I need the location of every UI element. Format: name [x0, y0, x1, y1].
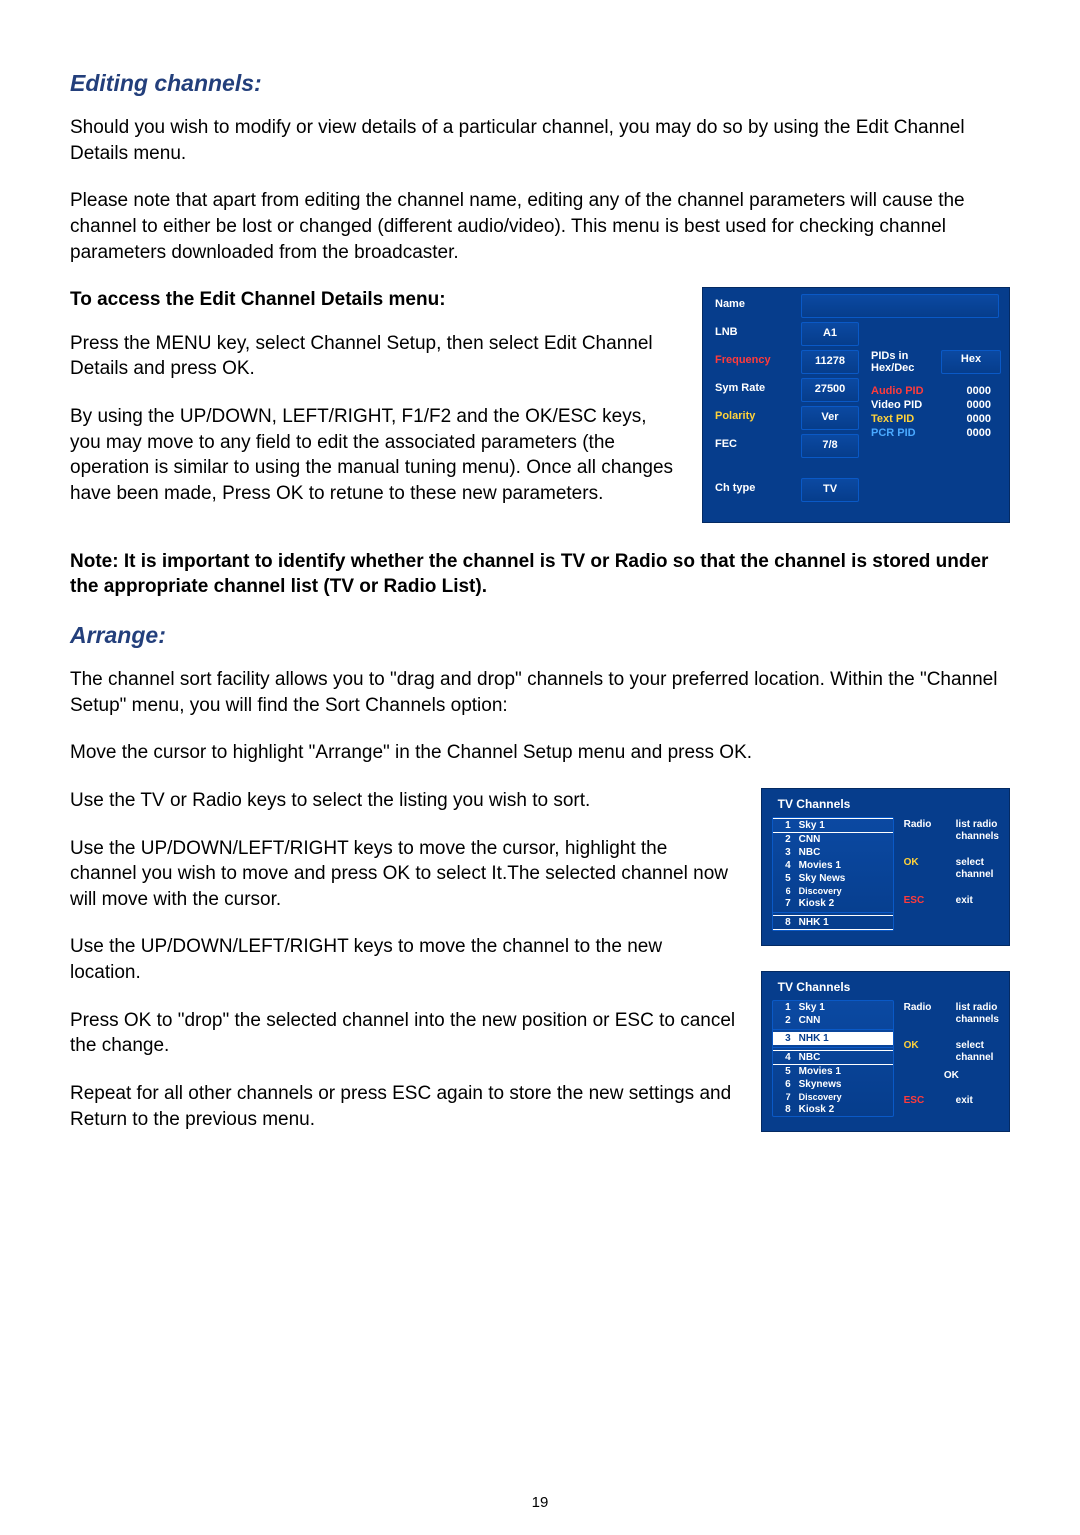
- tv-side-help: Radio list radio channels OK select chan…: [904, 817, 999, 931]
- text-pid-label: Text PID: [871, 413, 941, 425]
- esc-help: exit: [956, 895, 999, 907]
- list-item[interactable]: 5 Sky News: [773, 872, 893, 885]
- lnb-label: LNB: [711, 320, 799, 348]
- name-label: Name: [711, 292, 799, 320]
- note: Note: It is important to identify whethe…: [70, 549, 1010, 600]
- tv-channel-list[interactable]: 1 Sky 1 2 CNN 3 NBC 4 Mo: [772, 817, 894, 931]
- page: Editing channels: Should you wish to mod…: [0, 0, 1080, 1535]
- pcr-pid-value: 0000: [941, 427, 991, 439]
- paragraph: Press OK to "drop" the selected channel …: [70, 1008, 737, 1059]
- frequency-label: Frequency: [711, 348, 799, 376]
- audio-pid-value: 0000: [941, 385, 991, 397]
- ok-key: OK: [904, 1040, 944, 1064]
- symrate-label: Sym Rate: [711, 376, 799, 404]
- paragraph: By using the UP/DOWN, LEFT/RIGHT, F1/F2 …: [70, 404, 678, 507]
- tv-channels-panel-1: TV Channels 1 Sky 1 2 CNN 3 NBC: [761, 788, 1010, 946]
- pids-in-label: PIDs in Hex/Dec: [871, 350, 941, 374]
- paragraph: Move the cursor to highlight "Arrange" i…: [70, 740, 1010, 766]
- edit-details-row: To access the Edit Channel Details menu:…: [70, 287, 1010, 528]
- list-item[interactable]: 1 Sky 1: [773, 818, 893, 833]
- list-item[interactable]: 4 Movies 1: [773, 859, 893, 872]
- esc-key: ESC: [904, 1095, 944, 1107]
- edit-channel-details-panel: Name LNB A1 Frequency 11278 Sym Rate 275…: [702, 287, 1010, 523]
- list-item[interactable]: 6 Skynews: [773, 1078, 893, 1091]
- tv-panels-column: TV Channels 1 Sky 1 2 CNN 3 NBC: [761, 788, 1010, 1132]
- list-item[interactable]: 7 Discovery: [773, 1091, 893, 1103]
- lnb-field[interactable]: A1: [801, 322, 859, 346]
- ok-key: OK: [904, 857, 944, 881]
- polarity-field[interactable]: Ver: [801, 406, 859, 430]
- fec-field[interactable]: 7/8: [801, 434, 859, 458]
- ok-help: select channel: [956, 857, 999, 881]
- paragraph: Use the UP/DOWN/LEFT/RIGHT keys to move …: [70, 836, 737, 913]
- list-item[interactable]: 7 Kiosk 2: [773, 897, 893, 910]
- radio-key: Radio: [904, 1002, 944, 1026]
- frequency-field[interactable]: 11278: [801, 350, 859, 374]
- video-pid-label: Video PID: [871, 399, 941, 411]
- list-item[interactable]: 3 NBC: [773, 846, 893, 859]
- radio-help: list radio channels: [956, 819, 999, 843]
- list-item[interactable]: 5 Movies 1: [773, 1065, 893, 1078]
- pcr-pid-label: PCR PID: [871, 427, 941, 439]
- tv-channels-title: TV Channels: [772, 797, 999, 817]
- radio-help: list radio channels: [956, 1002, 999, 1026]
- ok-center: OK: [904, 1070, 999, 1081]
- heading-arrange: Arrange:: [70, 622, 1010, 649]
- paragraph: The channel sort facility allows you to …: [70, 667, 1010, 718]
- subheading-access: To access the Edit Channel Details menu:: [70, 287, 678, 313]
- list-item[interactable]: 2 CNN: [773, 1014, 893, 1027]
- hexdec-field[interactable]: Hex: [941, 350, 1001, 374]
- list-item-selected[interactable]: 3 NHK 1: [773, 1032, 893, 1045]
- name-field[interactable]: [801, 294, 999, 318]
- list-item[interactable]: 4 NBC: [773, 1050, 893, 1065]
- list-item[interactable]: 1 Sky 1: [773, 1001, 893, 1014]
- fec-label: FEC: [711, 432, 799, 460]
- radio-key: Radio: [904, 819, 944, 843]
- tv-channel-list[interactable]: 1 Sky 1 2 CNN 3 NHK 1: [772, 1000, 894, 1117]
- tv-side-help: Radio list radio channels OK select chan…: [904, 1000, 999, 1117]
- polarity-label: Polarity: [711, 404, 799, 432]
- tv-channels-panel-2: TV Channels 1 Sky 1 2 CNN 3: [761, 971, 1010, 1132]
- list-item[interactable]: 6 Discovery: [773, 885, 893, 897]
- tv-channels-title: TV Channels: [772, 980, 999, 1000]
- list-item[interactable]: 8 NHK 1: [773, 915, 893, 930]
- text-pid-value: 0000: [941, 413, 991, 425]
- paragraph: Use the TV or Radio keys to select the l…: [70, 788, 737, 814]
- paragraph: Please note that apart from editing the …: [70, 188, 1010, 265]
- arrange-row: Use the TV or Radio keys to select the l…: [70, 788, 1010, 1154]
- heading-editing-channels: Editing channels:: [70, 70, 1010, 97]
- esc-key: ESC: [904, 895, 944, 907]
- list-item[interactable]: 2 CNN: [773, 833, 893, 846]
- paragraph: Repeat for all other channels or press E…: [70, 1081, 737, 1132]
- chtype-label: Ch type: [711, 476, 799, 504]
- video-pid-value: 0000: [941, 399, 991, 411]
- esc-help: exit: [956, 1095, 999, 1107]
- audio-pid-label: Audio PID: [871, 385, 941, 397]
- list-item[interactable]: 8 Kiosk 2: [773, 1103, 893, 1116]
- paragraph: Use the UP/DOWN/LEFT/RIGHT keys to move …: [70, 934, 737, 985]
- page-number: 19: [0, 1494, 1080, 1511]
- symrate-field[interactable]: 27500: [801, 378, 859, 402]
- paragraph: Should you wish to modify or view detail…: [70, 115, 1010, 166]
- paragraph: Press the MENU key, select Channel Setup…: [70, 331, 678, 382]
- ok-help: select channel: [956, 1040, 999, 1064]
- chtype-field[interactable]: TV: [801, 478, 859, 502]
